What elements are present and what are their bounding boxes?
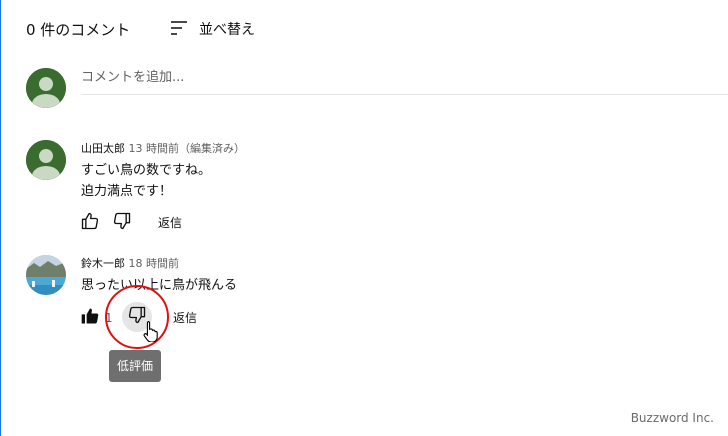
photo-avatar-icon[interactable] bbox=[26, 255, 66, 295]
thumbs-up-outline-icon bbox=[80, 211, 100, 235]
default-user-avatar-icon bbox=[26, 68, 66, 108]
like-button[interactable] bbox=[79, 212, 101, 234]
thumbs-up-filled-icon bbox=[80, 306, 100, 330]
comment-author[interactable]: 鈴木一郎 bbox=[81, 257, 125, 270]
reply-button[interactable]: 返信 bbox=[173, 310, 197, 326]
thumbs-down-outline-icon bbox=[112, 211, 132, 235]
add-comment-input[interactable] bbox=[81, 64, 728, 92]
comment-body-line: 迫力満点です！ bbox=[81, 184, 173, 199]
watermark: Buzzword Inc. bbox=[630, 411, 714, 425]
comment-body-line: すごい鳥の数ですね。 bbox=[81, 163, 212, 178]
sort-label: 並べ替え bbox=[199, 22, 255, 38]
dislike-button[interactable] bbox=[111, 212, 133, 234]
dislike-tooltip: 低評価 bbox=[109, 350, 162, 382]
reply-button[interactable]: 返信 bbox=[158, 215, 182, 231]
comment-time[interactable]: 18 時間前 bbox=[129, 257, 180, 270]
default-user-avatar-icon[interactable] bbox=[26, 140, 66, 180]
add-comment-field[interactable] bbox=[81, 64, 728, 95]
like-button[interactable] bbox=[79, 307, 101, 329]
sort-button[interactable]: 並べ替え bbox=[169, 18, 255, 42]
comment-time[interactable]: 13 時間前（編集済み） bbox=[129, 142, 246, 155]
sort-lines-icon bbox=[169, 18, 189, 42]
comment-meta: 鈴木一郎 18 時間前 bbox=[81, 256, 179, 272]
comment-count: 0 件のコメント bbox=[26, 21, 131, 39]
comment-author[interactable]: 山田太郎 bbox=[81, 142, 125, 155]
hand-pointer-cursor-icon bbox=[143, 320, 161, 346]
comment-meta: 山田太郎 13 時間前（編集済み） bbox=[81, 141, 245, 157]
